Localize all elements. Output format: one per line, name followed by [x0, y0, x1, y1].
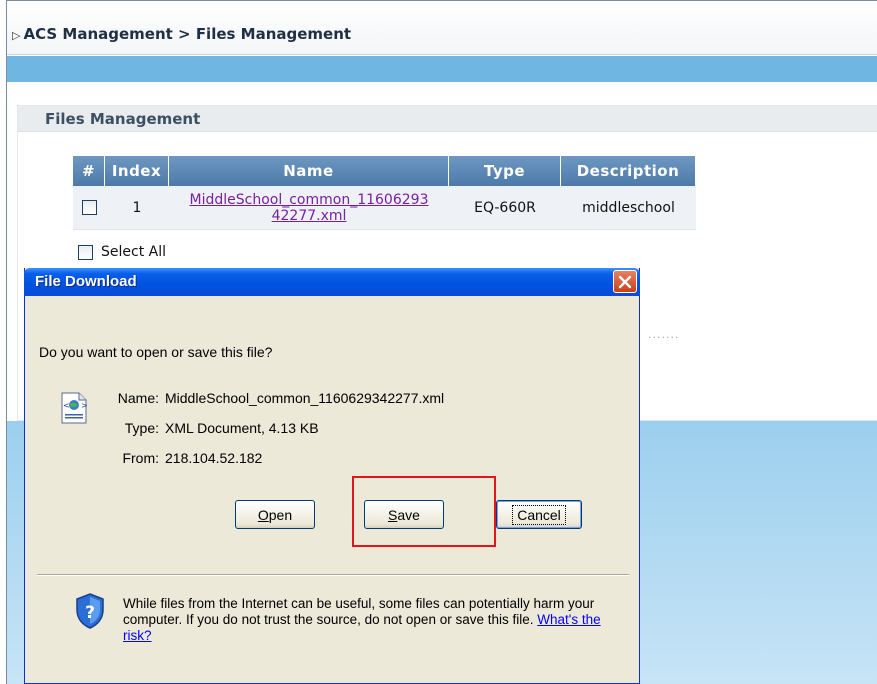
info-name-row: Name: MiddleSchool_common_1160629342277.x… — [111, 390, 444, 406]
column-header-hash: # — [73, 156, 105, 186]
table-row: 1 MiddleSchool_common_11606293 42277.xml … — [73, 186, 696, 230]
xml-file-icon: < > — [61, 392, 87, 424]
dialog-prompt: Do you want to open or save this file? — [39, 344, 273, 360]
open-button-label: Open — [258, 507, 292, 523]
info-type-row: Type: XML Document, 4.13 KB — [111, 420, 319, 436]
svg-text:?: ? — [85, 603, 95, 623]
file-download-dialog: File Download Do you want to open or sav… — [24, 268, 640, 684]
file-name-link[interactable]: MiddleSchool_common_11606293 42277.xml — [190, 192, 429, 224]
column-header-name[interactable]: Name — [169, 156, 449, 186]
dialog-separator — [37, 574, 629, 576]
table-header-row: # Index Name Type Description — [73, 156, 696, 186]
info-from-row: From: 218.104.52.182 — [111, 450, 262, 466]
file-name-line1: MiddleSchool_common_11606293 — [189, 191, 429, 208]
column-header-type[interactable]: Type — [449, 156, 561, 186]
open-button[interactable]: Open — [235, 500, 315, 529]
breadcrumb-text: ACS Management > Files Management — [23, 25, 352, 43]
svg-text:>: > — [81, 401, 87, 410]
open-accelerator: O — [257, 506, 269, 523]
close-icon — [618, 275, 632, 288]
column-header-index[interactable]: Index — [105, 156, 169, 186]
info-name-label: Name: — [117, 390, 159, 406]
cancel-button-label: Cancel — [512, 504, 566, 525]
security-shield-icon: ? — [76, 593, 104, 629]
dotted-separator: ....... — [648, 328, 680, 341]
close-button[interactable] — [613, 270, 637, 293]
select-all: Select All — [78, 244, 166, 260]
file-name-line2: 42277.xml — [271, 207, 347, 224]
select-all-label: Select All — [101, 244, 166, 260]
svg-text:<: < — [63, 401, 70, 410]
panel-header: Files Management — [18, 106, 877, 132]
row-description: middleschool — [561, 186, 696, 230]
dialog-title: File Download — [35, 273, 137, 290]
select-all-checkbox[interactable] — [78, 244, 93, 260]
files-table: # Index Name Type Description 1 MiddleSc… — [73, 156, 696, 230]
breadcrumb-bar: ▷ ACS Management > Files Management — [7, 1, 877, 55]
panel-title: Files Management — [45, 110, 201, 128]
warning-text: While files from the Internet can be use… — [123, 596, 595, 627]
column-header-description[interactable]: Description — [561, 156, 696, 186]
row-checkbox-cell — [73, 186, 105, 230]
row-type: EQ-660R — [449, 186, 561, 230]
dialog-titlebar[interactable]: File Download — [24, 268, 640, 296]
info-from-value: 218.104.52.182 — [165, 450, 263, 466]
info-type-label: Type: — [124, 420, 159, 436]
header-band — [7, 56, 877, 82]
row-checkbox[interactable] — [81, 200, 97, 215]
row-name-cell: MiddleSchool_common_11606293 42277.xml — [169, 186, 449, 230]
security-warning: While files from the Internet can be use… — [123, 596, 603, 644]
breadcrumb-arrow-icon: ▷ — [12, 29, 21, 42]
open-label-rest: pen — [268, 506, 293, 523]
breadcrumb: ▷ ACS Management > Files Management — [12, 25, 351, 43]
info-name-value: MiddleSchool_common_1160629342277.xml — [165, 390, 445, 406]
cancel-button[interactable]: Cancel — [496, 500, 582, 529]
info-from-label: From: — [122, 450, 159, 466]
save-highlight-box — [352, 476, 496, 547]
row-index: 1 — [105, 186, 169, 230]
info-type-value: XML Document, 4.13 KB — [165, 420, 319, 436]
